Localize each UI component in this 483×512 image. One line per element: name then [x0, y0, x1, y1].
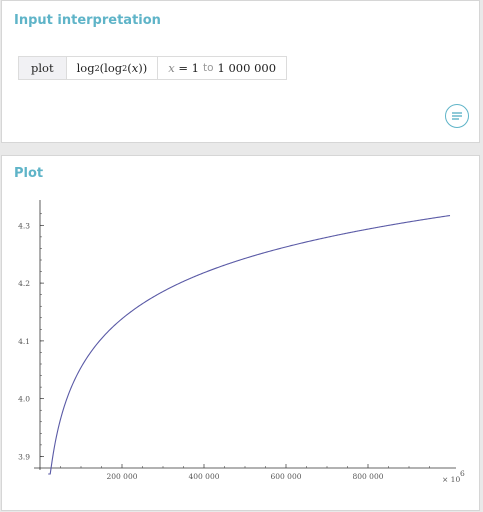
x-multiplier-exponent: 6	[460, 469, 465, 478]
y-tick-label: 4.2	[18, 279, 30, 288]
range-cell: x = 1 to 1 000 000	[158, 57, 286, 79]
plot-chart: 200 000 400 000 600 000 800 000 × 106 3.9 4.0 4…	[18, 200, 465, 484]
x-tick-label: 400 000	[188, 472, 219, 481]
input-interpretation-pod: Input interpretation plot log 2(log 2(x)) …	[1, 0, 480, 143]
range-to: to	[202, 62, 214, 74]
range-variable: x	[168, 61, 175, 75]
series-line	[48, 214, 451, 475]
lines-menu-icon[interactable]	[445, 104, 469, 128]
command-cell: plot	[19, 57, 67, 79]
range-start: = 1	[178, 61, 199, 75]
y-tick-label: 4.3	[18, 221, 30, 230]
y-tick-label: 4.1	[18, 337, 30, 346]
input-pod-title: Input interpretation	[14, 13, 161, 28]
x-tick-label: 800 000	[352, 472, 383, 481]
range-end: 1 000 000	[217, 61, 277, 75]
y-tick-label: 4.0	[18, 395, 30, 404]
outer-fn: log	[76, 61, 95, 75]
close-parens: ))	[138, 61, 148, 75]
x-tick-label: 600 000	[270, 472, 301, 481]
lines-icon-glyph	[452, 112, 462, 120]
interpretation-table: plot log 2(log 2(x)) x = 1 to 1 000 000	[18, 56, 288, 80]
plot-pod: Plot 200 000 400 000 600 000 800 000 × 10 6 3.…	[1, 155, 480, 511]
expression-cell: log 2(log 2(x))	[67, 57, 159, 79]
y-tick-label: 3.9	[18, 452, 30, 461]
inner-fn: log	[104, 61, 123, 75]
x-tick-label: 200 000	[106, 472, 137, 481]
x-multiplier-label: × 10	[442, 475, 460, 484]
